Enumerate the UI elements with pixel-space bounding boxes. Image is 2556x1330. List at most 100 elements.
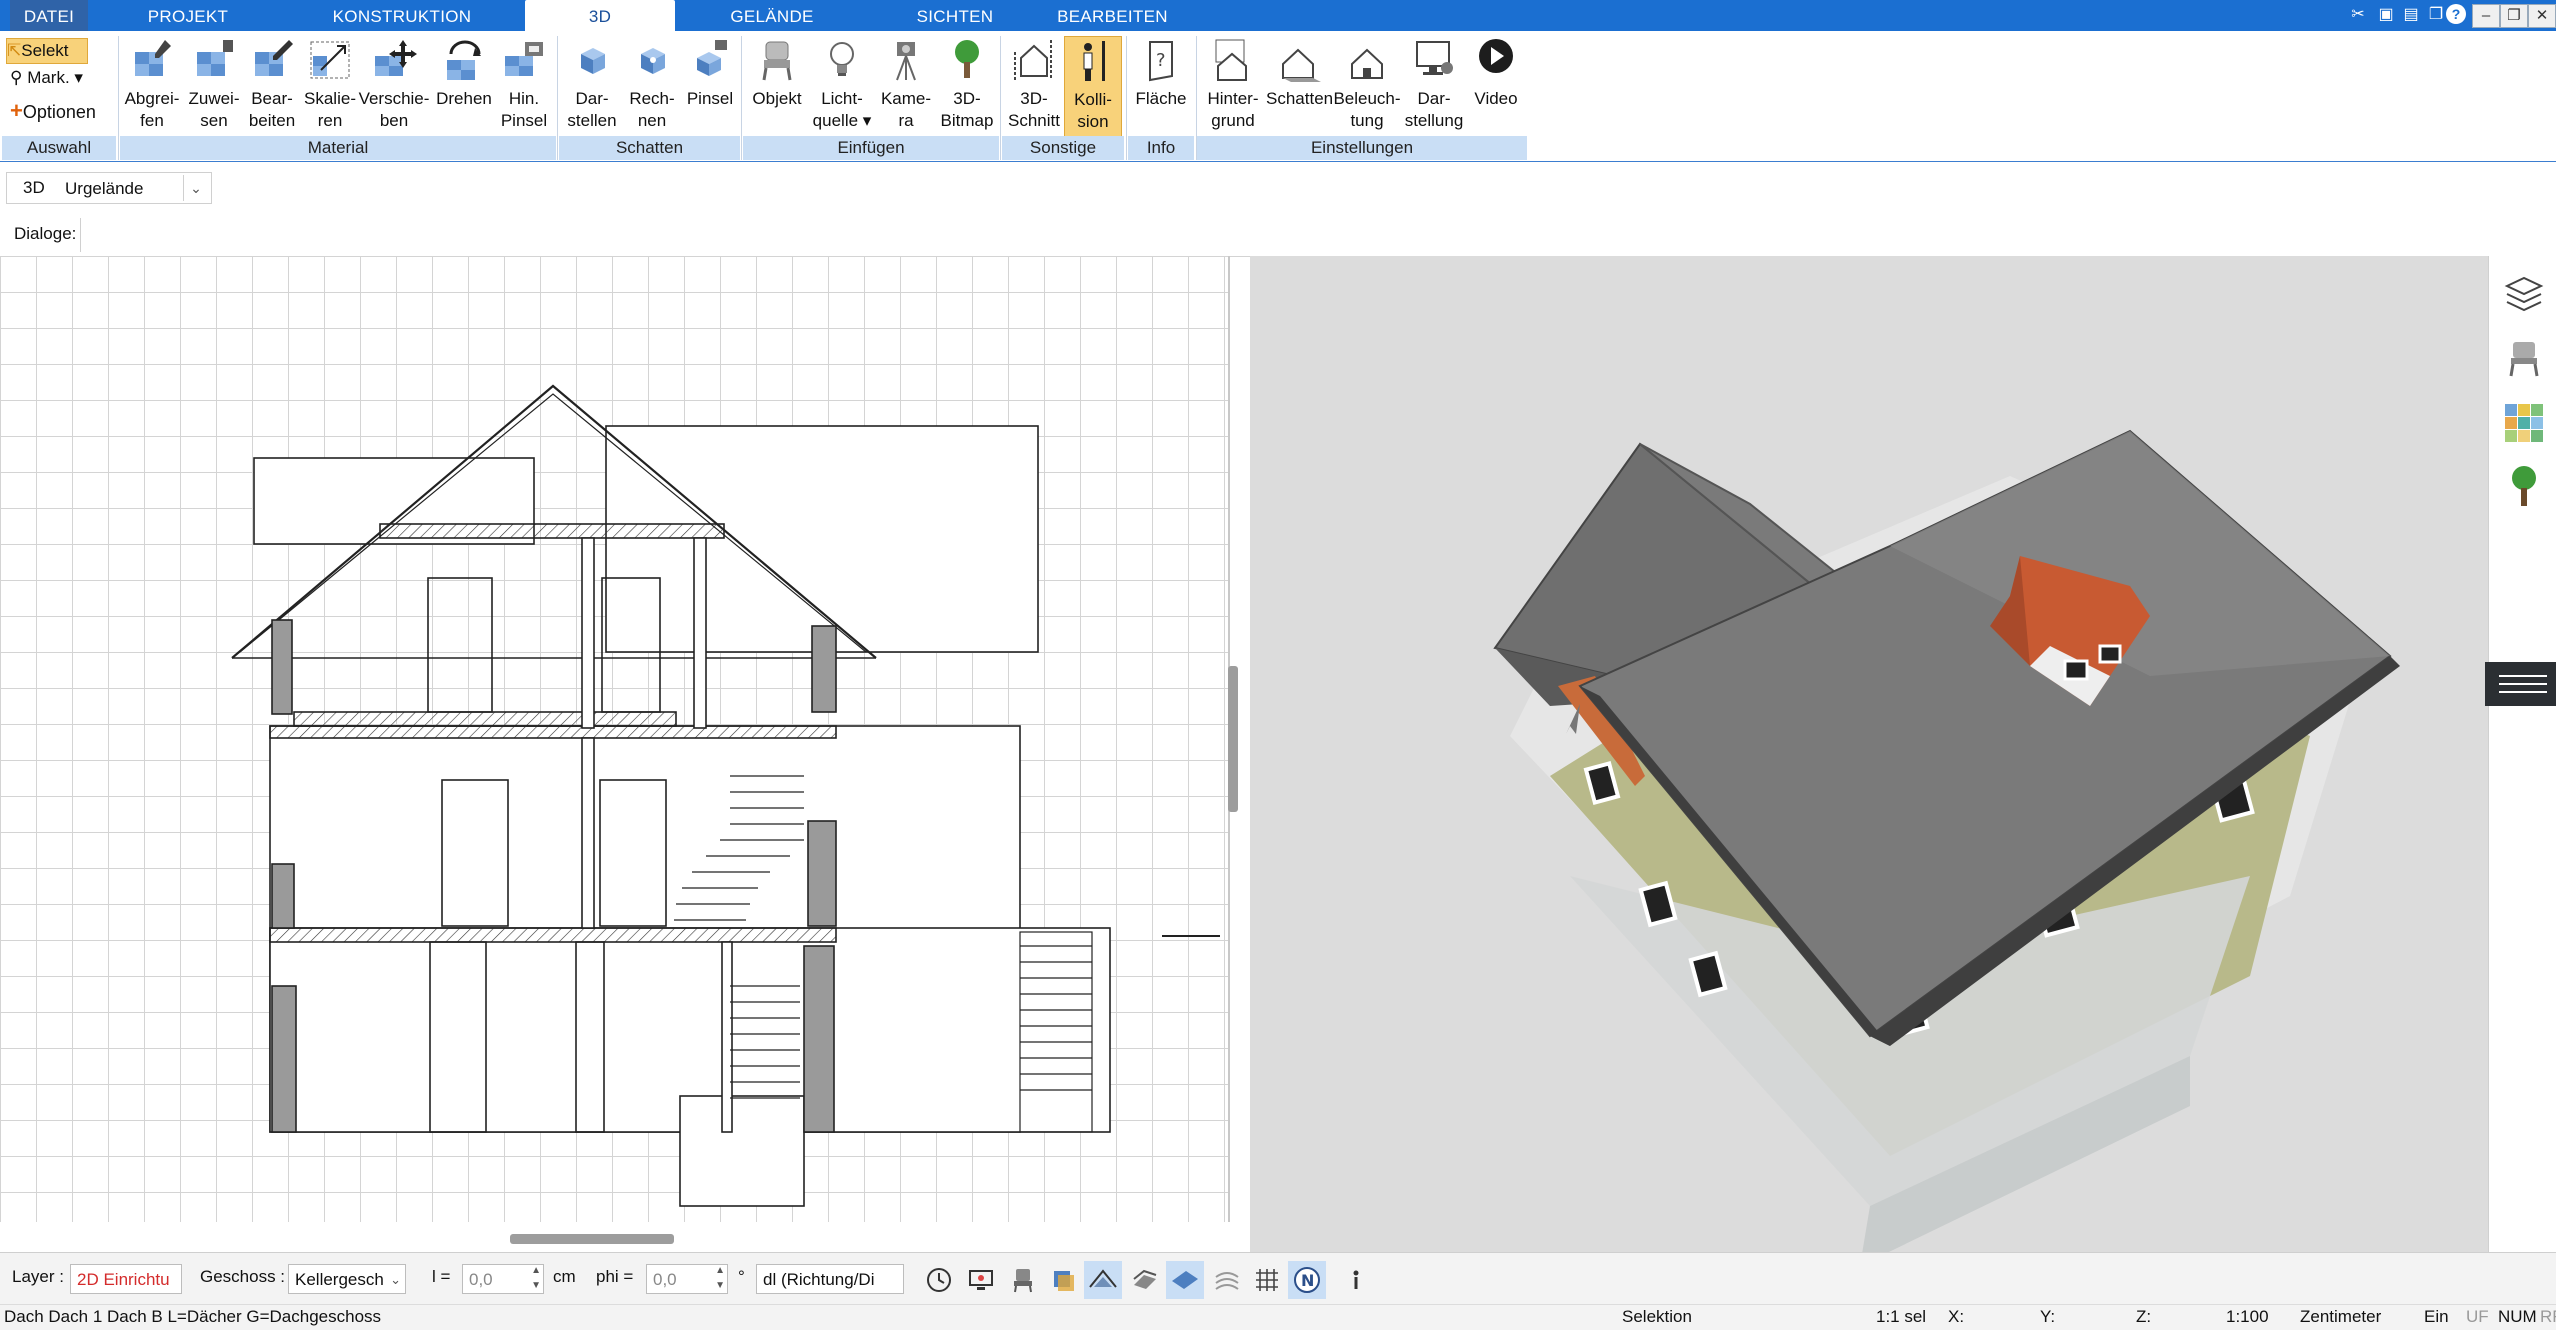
section-cut-icon: [1014, 40, 1052, 80]
panel-menu-button[interactable]: [2485, 662, 2556, 706]
verschieben-button[interactable]: Verschie-ben: [358, 36, 430, 136]
materials-palette-icon[interactable]: [2503, 402, 2545, 444]
assign-material-icon: [197, 40, 233, 76]
more-options-icon[interactable]: [1344, 1265, 1368, 1295]
menu-tab-projekt[interactable]: PROJEKT: [128, 0, 248, 31]
shadow-brush-icon: [697, 40, 727, 76]
kollision-button[interactable]: Kolli-sion: [1064, 36, 1122, 138]
menu-tab-datei[interactable]: DATEI: [10, 0, 88, 31]
layer-label: Layer :: [12, 1267, 64, 1286]
dialog-divider: [80, 218, 81, 252]
length-label: l =: [432, 1267, 451, 1286]
direction-value: dl (Richtung/Di: [763, 1270, 875, 1289]
schatten-rechnen-button[interactable]: Rech-nen: [624, 36, 680, 136]
house-light-icon: [1351, 48, 1383, 79]
shadow-cube-icon: [581, 48, 605, 74]
ribbon-separator: [118, 36, 119, 160]
schatten-pinsel-button[interactable]: Pinsel: [682, 36, 738, 136]
chair-icon: [762, 41, 792, 81]
length-unit: cm: [553, 1267, 576, 1286]
stepper-icon[interactable]: ▲ ▼: [715, 1263, 725, 1293]
window-icon[interactable]: ▣: [2375, 4, 2397, 26]
clock-icon[interactable]: [924, 1265, 954, 1295]
minimize-button[interactable]: –: [2472, 4, 2500, 28]
layout-icon[interactable]: ▤: [2400, 4, 2422, 26]
abgreifen-button[interactable]: Abgrei-fen: [122, 36, 182, 136]
north-icon: N: [1294, 1267, 1320, 1293]
3d-bitmap-button[interactable]: 3D- Bitmap: [936, 36, 998, 136]
area-info-icon: ?: [1149, 41, 1173, 82]
options-button[interactable]: +Optionen: [10, 98, 96, 124]
phi-unit: °: [738, 1267, 745, 1286]
roof-filter-button[interactable]: [1084, 1261, 1122, 1299]
status-scale: 1:100: [2226, 1307, 2269, 1326]
status-y: Y:: [2040, 1307, 2056, 1326]
bottom-toolbar: Layer : 2D Einrichtu Geschoss : Kellerge…: [0, 1252, 2556, 1305]
direction-select[interactable]: dl (Richtung/Di: [756, 1264, 904, 1294]
restore-button[interactable]: ❐: [2500, 4, 2528, 28]
flaeche-button[interactable]: ? Fläche: [1130, 36, 1192, 136]
schatten-darstellen-button[interactable]: Dar-stellen: [562, 36, 622, 136]
status-mode: Selektion: [1622, 1307, 1692, 1326]
menu-tab-konstruktion[interactable]: KONSTRUKTION: [322, 0, 482, 31]
monitor-icon[interactable]: [966, 1265, 996, 1295]
plants-tree-icon[interactable]: [2505, 464, 2543, 508]
tree-icon: [955, 40, 979, 78]
terrain-select[interactable]: 3D Urgelände ⌄: [6, 172, 212, 204]
schatten-settings-button[interactable]: Schatten: [1266, 36, 1333, 136]
status-info: Dach Dach 1 Dach B L=Dächer G=Dachgescho…: [4, 1307, 382, 1326]
furniture-chair-icon[interactable]: [2505, 338, 2543, 378]
collision-person-icon: [1083, 41, 1105, 81]
lightbulb-icon: [830, 42, 854, 76]
horizontal-scrollbar-thumb[interactable]: [510, 1234, 674, 1244]
move-icon: [375, 40, 417, 76]
wall-filter-icon[interactable]: [1130, 1265, 1160, 1295]
ribbon-separator: [1000, 36, 1001, 160]
close-button[interactable]: ✕: [2528, 4, 2556, 28]
section-plan-view[interactable]: [0, 256, 1238, 1244]
zuweisen-button[interactable]: Zuwei-sen: [184, 36, 244, 136]
hintergrund-button[interactable]: Hinter-grund: [1200, 36, 1266, 136]
hin-pinsel-button[interactable]: Hin. Pinsel: [496, 36, 552, 136]
tools-icon[interactable]: ✂: [2347, 4, 2369, 26]
stepper-icon[interactable]: ▲ ▼: [531, 1263, 541, 1293]
skalieren-button[interactable]: Skalie-ren: [302, 36, 358, 136]
menu-bar: DATEI PROJEKT KONSTRUKTION 3D GELÄNDE SI…: [0, 0, 2556, 31]
layer-select[interactable]: 2D Einrichtu: [70, 1264, 182, 1294]
group-label-info: Info: [1128, 136, 1194, 160]
material-filter-icon[interactable]: [1048, 1265, 1078, 1295]
floor-select[interactable]: Kellergesch ⌄: [288, 1264, 406, 1294]
lichtquelle-button[interactable]: Licht-quelle ▾: [810, 36, 874, 136]
layers-icon[interactable]: [2503, 274, 2545, 318]
beleuchtung-button[interactable]: Beleuch-tung: [1332, 36, 1402, 136]
status-uf: UF: [2466, 1307, 2489, 1326]
objekt-button[interactable]: Objekt: [746, 36, 808, 136]
help-icon[interactable]: ?: [2442, 4, 2470, 26]
phi-input[interactable]: 0,0 ▲ ▼: [646, 1264, 728, 1294]
terrain-filter-icon[interactable]: [1212, 1265, 1242, 1295]
3d-schnitt-button[interactable]: 3D- Schnitt: [1004, 36, 1064, 136]
3d-view[interactable]: [1250, 256, 2488, 1252]
mark-button[interactable]: ⚲ Mark. ▾: [10, 68, 83, 88]
chair-filter-icon[interactable]: [1008, 1265, 1038, 1295]
menu-tab-gelaende[interactable]: GELÄNDE: [712, 0, 832, 31]
group-label-material: Material: [120, 136, 556, 160]
chevron-down-icon[interactable]: ⌄: [183, 175, 208, 201]
kamera-button[interactable]: Kame-ra: [876, 36, 936, 136]
vertical-scrollbar-thumb[interactable]: [1228, 666, 1238, 812]
select-button[interactable]: ⇱Selekt: [6, 38, 88, 64]
darstellung-button[interactable]: Dar-stellung: [1402, 36, 1466, 136]
rotate-icon: [447, 40, 481, 80]
floor-filter-button[interactable]: [1166, 1261, 1204, 1299]
grid-icon[interactable]: [1252, 1265, 1282, 1295]
north-button[interactable]: N: [1288, 1261, 1326, 1299]
camera-icon: [896, 42, 916, 81]
video-button[interactable]: Video: [1468, 36, 1524, 136]
menu-tab-3d[interactable]: 3D: [525, 0, 675, 31]
length-input[interactable]: 0,0 ▲ ▼: [462, 1264, 544, 1294]
group-label-auswahl: Auswahl: [2, 136, 116, 160]
menu-tab-bearbeiten[interactable]: BEARBEITEN: [1050, 0, 1175, 31]
drehen-button[interactable]: Drehen: [432, 36, 496, 136]
menu-tab-sichten[interactable]: SICHTEN: [900, 0, 1010, 31]
bearbeiten-button[interactable]: Bear-beiten: [244, 36, 300, 136]
